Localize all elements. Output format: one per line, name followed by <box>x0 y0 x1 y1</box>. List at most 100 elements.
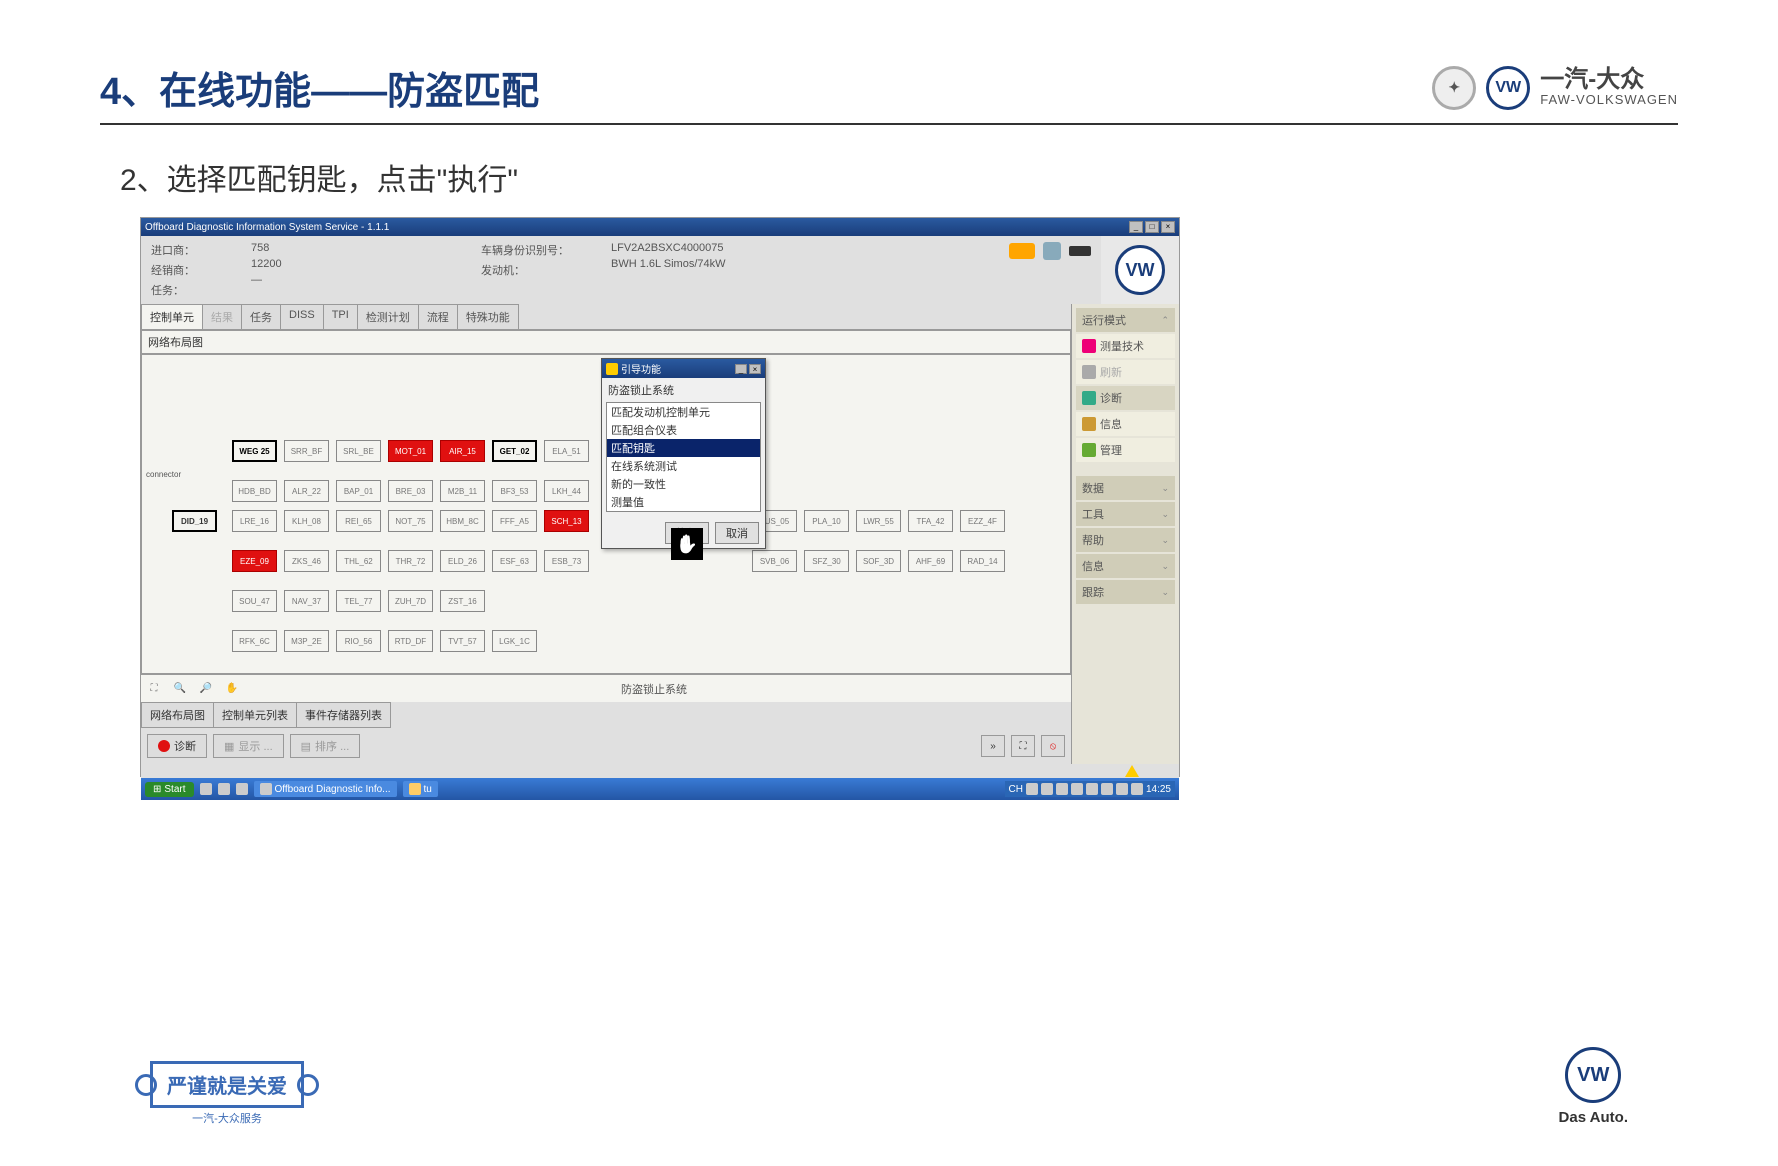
tab-tpi[interactable]: TPI <box>323 304 358 329</box>
ecu-node[interactable]: RAD_14 <box>960 550 1005 572</box>
ecu-node[interactable]: AHF_69 <box>908 550 953 572</box>
ecu-node[interactable]: BRE_03 <box>388 480 433 502</box>
cancel-round-button[interactable]: ⦸ <box>1041 735 1065 757</box>
tab-diss[interactable]: DISS <box>280 304 324 329</box>
tab-result[interactable]: 结果 <box>202 304 242 329</box>
ecu-node[interactable]: KLH_08 <box>284 510 329 532</box>
sidebar-item-refresh[interactable]: 刷新 <box>1076 360 1175 384</box>
ecu-node[interactable]: ELD_26 <box>440 550 485 572</box>
zoom-in-icon[interactable]: 🔍 <box>171 680 189 698</box>
ecu-node[interactable]: SRR_BF <box>284 440 329 462</box>
tab-process[interactable]: 流程 <box>418 304 458 329</box>
ecu-node[interactable]: ZUH_7D <box>388 590 433 612</box>
ecu-node[interactable]: HDB_BD <box>232 480 277 502</box>
ecu-node[interactable]: SFZ_30 <box>804 550 849 572</box>
popup-item-selected[interactable]: 匹配钥匙 <box>607 439 760 457</box>
tray-icon[interactable] <box>1131 783 1143 795</box>
ecu-node[interactable]: LWR_55 <box>856 510 901 532</box>
diagnose-button[interactable]: 诊断 <box>147 734 207 758</box>
zoom-out-icon[interactable]: 🔎 <box>197 680 215 698</box>
ecu-node[interactable]: LKH_44 <box>544 480 589 502</box>
display-button[interactable]: ▦ 显示 ... <box>213 734 284 758</box>
ecu-node[interactable]: EZZ_4F <box>960 510 1005 532</box>
pan-icon[interactable]: ✋ <box>223 680 241 698</box>
ecu-node[interactable]: NOT_75 <box>388 510 433 532</box>
ecu-node[interactable]: BF3_53 <box>492 480 537 502</box>
ecu-node[interactable]: NAV_37 <box>284 590 329 612</box>
tray-icon[interactable] <box>1086 783 1098 795</box>
ecu-node[interactable]: TFA_42 <box>908 510 953 532</box>
ecu-node[interactable]: M2B_11 <box>440 480 485 502</box>
tab-test-plan[interactable]: 检测计划 <box>357 304 419 329</box>
did-node[interactable]: DID_19 <box>172 510 217 532</box>
tab-task[interactable]: 任务 <box>241 304 281 329</box>
popup-item[interactable]: 匹配发动机控制单元 <box>607 403 760 421</box>
sidebar-section-data[interactable]: 数据⌄ <box>1076 476 1175 500</box>
btab-layout[interactable]: 网络布局图 <box>141 702 214 728</box>
ecu-node[interactable]: EZE_09 <box>232 550 277 572</box>
sidebar-mode-header[interactable]: 运行模式⌃ <box>1076 308 1175 332</box>
ecu-node[interactable]: SOF_3D <box>856 550 901 572</box>
ecu-node[interactable]: ALR_22 <box>284 480 329 502</box>
sidebar-item-measure[interactable]: 测量技术 <box>1076 334 1175 358</box>
next-button[interactable]: » <box>981 735 1005 757</box>
sidebar-section-track[interactable]: 跟踪⌄ <box>1076 580 1175 604</box>
sidebar-section-help[interactable]: 帮助⌄ <box>1076 528 1175 552</box>
tab-control-unit[interactable]: 控制单元 <box>141 304 203 329</box>
quicklaunch-icon[interactable] <box>236 783 248 795</box>
sidebar-item-diagnose[interactable]: 诊断 <box>1076 386 1175 410</box>
ecu-node[interactable]: WEG 25 <box>232 440 277 462</box>
tray-icon[interactable] <box>1101 783 1113 795</box>
ecu-node[interactable]: LRE_16 <box>232 510 277 532</box>
taskbar-app[interactable]: Offboard Diagnostic Info... <box>254 781 397 797</box>
popup-minimize-button[interactable]: _ <box>735 364 747 374</box>
ecu-node[interactable]: SOU_47 <box>232 590 277 612</box>
quicklaunch-icon[interactable] <box>218 783 230 795</box>
sidebar-item-manage[interactable]: 管理 <box>1076 438 1175 462</box>
popup-close-button[interactable]: × <box>749 364 761 374</box>
ecu-node[interactable]: MOT_01 <box>388 440 433 462</box>
ecu-node[interactable]: SRL_BE <box>336 440 381 462</box>
lang-indicator[interactable]: CH <box>1009 784 1023 795</box>
tray-icon[interactable] <box>1116 783 1128 795</box>
ecu-node[interactable]: THL_62 <box>336 550 381 572</box>
quicklaunch-icon[interactable] <box>200 783 212 795</box>
ecu-node[interactable]: ESB_73 <box>544 550 589 572</box>
ecu-node[interactable]: BAP_01 <box>336 480 381 502</box>
ecu-node[interactable]: ZKS_46 <box>284 550 329 572</box>
ecu-node[interactable]: RTD_DF <box>388 630 433 652</box>
ecu-node[interactable]: ESF_63 <box>492 550 537 572</box>
popup-item[interactable]: 在线系统测试 <box>607 457 760 475</box>
ecu-node[interactable]: HBM_8C <box>440 510 485 532</box>
popup-item[interactable]: 新的一致性 <box>607 475 760 493</box>
ecu-node[interactable]: FFF_A5 <box>492 510 537 532</box>
btab-event-list[interactable]: 事件存储器列表 <box>296 702 391 728</box>
tray-icon[interactable] <box>1056 783 1068 795</box>
tray-icon[interactable] <box>1071 783 1083 795</box>
popup-item[interactable]: 匹配组合仪表 <box>607 421 760 439</box>
ecu-node[interactable]: ZST_16 <box>440 590 485 612</box>
sidebar-section-tools[interactable]: 工具⌄ <box>1076 502 1175 526</box>
close-button[interactable]: × <box>1161 221 1175 233</box>
minimize-button[interactable]: _ <box>1129 221 1143 233</box>
cancel-button[interactable]: 取消 <box>715 522 759 544</box>
btab-unit-list[interactable]: 控制单元列表 <box>213 702 297 728</box>
ecu-node[interactable]: ELA_51 <box>544 440 589 462</box>
tab-special[interactable]: 特殊功能 <box>457 304 519 329</box>
ecu-node[interactable]: RIO_56 <box>336 630 381 652</box>
ecu-node[interactable]: SVB_06 <box>752 550 797 572</box>
popup-item[interactable]: 测量值 <box>607 493 760 511</box>
tray-icon[interactable] <box>1041 783 1053 795</box>
ecu-node[interactable]: M3P_2E <box>284 630 329 652</box>
tray-icon[interactable] <box>1026 783 1038 795</box>
ecu-node[interactable]: AIR_15 <box>440 440 485 462</box>
sort-button[interactable]: ▤ 排序 ... <box>290 734 361 758</box>
ecu-node[interactable]: THR_72 <box>388 550 433 572</box>
ecu-node[interactable]: LGK_1C <box>492 630 537 652</box>
start-button[interactable]: ⊞Start <box>145 782 194 797</box>
sidebar-section-info[interactable]: 信息⌄ <box>1076 554 1175 578</box>
ecu-node[interactable]: REI_65 <box>336 510 381 532</box>
ecu-node[interactable]: PLA_10 <box>804 510 849 532</box>
expand-button[interactable]: ⛶ <box>1011 735 1035 757</box>
ecu-node[interactable]: SCH_13 <box>544 510 589 532</box>
